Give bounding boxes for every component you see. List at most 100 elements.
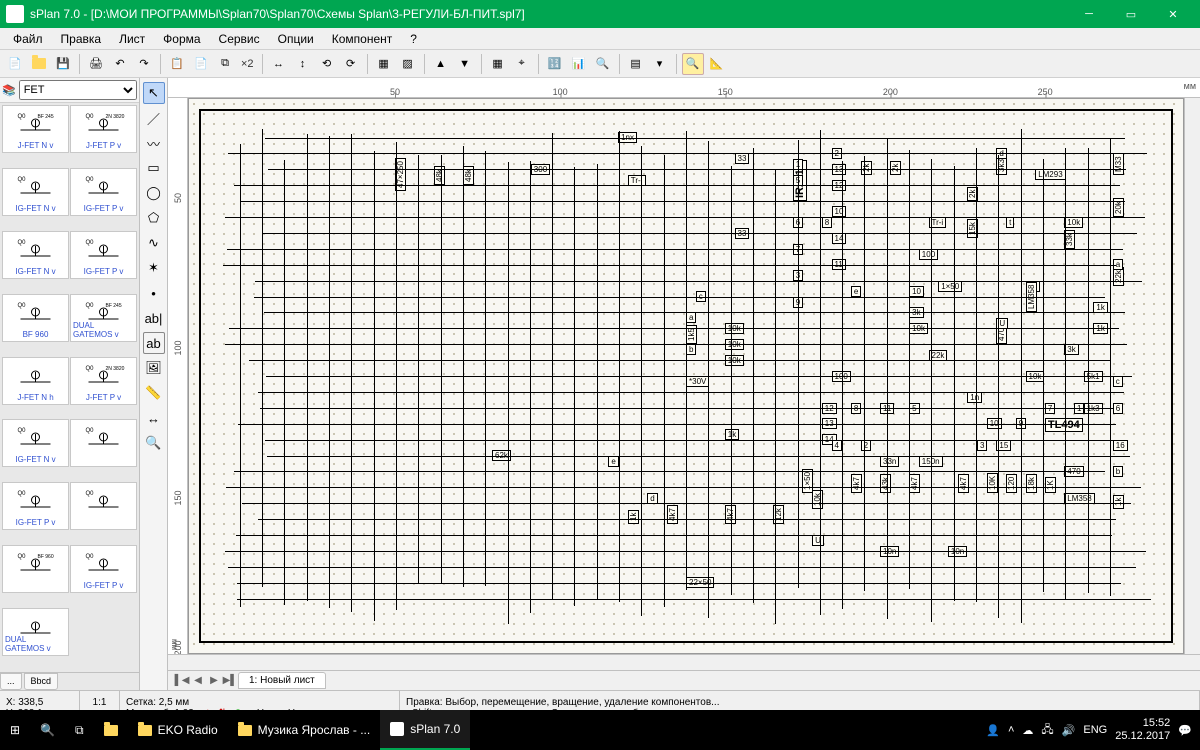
schematic-label[interactable]: 2 (861, 440, 871, 451)
library-component[interactable]: DUAL GATEMOS v (2, 608, 69, 656)
page-prev[interactable]: ◀ (190, 673, 206, 689)
measure-tool[interactable]: 📏 (143, 382, 165, 404)
schematic-label[interactable]: 10k (812, 490, 823, 509)
schematic-label[interactable]: 4k7 (667, 505, 678, 524)
schematic-label[interactable]: e (608, 456, 618, 467)
open-button[interactable] (28, 53, 50, 75)
schematic-label[interactable]: 100 (919, 249, 938, 260)
text-tool[interactable]: ab| (143, 307, 165, 329)
measure-button[interactable]: 📐 (706, 53, 728, 75)
schematic-label[interactable]: 4k7 (909, 474, 920, 493)
taskbar-app[interactable]: Музика Ярослав - ... (228, 710, 381, 750)
schematic-label[interactable]: 120 (1006, 473, 1017, 492)
start-button[interactable]: ⊞ (0, 710, 30, 750)
schematic-label[interactable]: b (686, 344, 696, 355)
schematic-label[interactable]: 10 (832, 206, 847, 217)
library-component[interactable]: Q0IG-FET P v (70, 545, 137, 593)
curve-tool[interactable]: ∿ (143, 232, 165, 254)
page-last[interactable]: ▶▌ (222, 673, 238, 689)
rotate-l-button[interactable]: ⟲ (316, 53, 338, 75)
schematic-label[interactable]: Tr-i (628, 175, 646, 186)
schematic-label[interactable]: LM358 (1064, 493, 1094, 504)
schematic-label[interactable]: c (1113, 376, 1123, 387)
snap-button[interactable]: ⌖ (511, 53, 533, 75)
menu-service[interactable]: Сервис (210, 29, 269, 49)
library-component[interactable]: Q0BF 245DUAL GATEMOS v (70, 294, 137, 342)
page-next[interactable]: ▶ (206, 673, 222, 689)
schematic-label[interactable]: 4k7 (958, 474, 969, 493)
library-component[interactable]: Q0IG-FET P v (2, 482, 69, 530)
tray-notifications-icon[interactable]: 💬 (1178, 724, 1192, 737)
duplicate-button[interactable]: ⧉ (214, 53, 236, 75)
schematic-label[interactable]: LM293 (1035, 169, 1065, 180)
tray-network-icon[interactable]: 🖧 (1041, 721, 1053, 740)
textbox-tool[interactable]: ab (143, 332, 165, 354)
library-component[interactable]: Q0 (70, 482, 137, 530)
schematic-label[interactable]: a (686, 312, 696, 323)
menu-file[interactable]: Файл (4, 29, 52, 49)
tray-up-icon[interactable]: ˄ (1008, 724, 1014, 736)
schematic-label[interactable]: 10 (909, 286, 924, 297)
taskbar-app[interactable]: sPlan 7.0 (380, 710, 470, 750)
renumber-button[interactable]: 🔢 (544, 53, 566, 75)
schematic-label[interactable]: 18k (1026, 474, 1037, 493)
scrollbar-vertical[interactable] (1184, 98, 1200, 654)
menu-component[interactable]: Компонент (323, 29, 402, 49)
library-component[interactable]: Q02N 3820J-FET P v (70, 357, 137, 405)
flip-h-button[interactable]: ↔ (268, 53, 290, 75)
special-tool[interactable]: ✶ (143, 257, 165, 279)
tray-people-icon[interactable]: 👤 (986, 724, 1000, 737)
schematic-label[interactable]: 2k (890, 160, 901, 174)
paste-button[interactable]: 📄 (190, 53, 212, 75)
minimize-button[interactable]: ─ (1068, 0, 1110, 28)
library-component[interactable]: Q0BF 245J-FET N v (2, 105, 69, 153)
schematic-label[interactable]: 1k (1093, 302, 1107, 313)
schematic-label[interactable]: 3 (977, 440, 987, 451)
layer-toggle-button[interactable]: ▾ (649, 53, 671, 75)
zoom-tool[interactable]: 🔍 (143, 432, 165, 454)
wire-tool[interactable]: 〰 (143, 132, 165, 154)
schematic-drawing[interactable]: 47×25048k48k3001nxTr-i3333IR211012513612… (199, 109, 1173, 643)
canvas[interactable]: 47×25048k48k3001nxTr-i3333IR211012513612… (188, 98, 1184, 654)
library-tab[interactable]: ... (0, 673, 22, 690)
layers-button[interactable]: ▤ (625, 53, 647, 75)
grid-button[interactable]: ▦ (487, 53, 509, 75)
group-button[interactable]: ▦ (373, 53, 395, 75)
schematic-label[interactable]: 10k (1064, 217, 1083, 228)
bom-button[interactable]: 📊 (568, 53, 590, 75)
scrollbar-horizontal[interactable] (168, 655, 1200, 670)
library-component[interactable]: Q0 (70, 419, 137, 467)
schematic-label[interactable]: 10K (987, 472, 998, 492)
back-button[interactable]: ▼ (454, 53, 476, 75)
schematic-label[interactable]: d (647, 493, 657, 504)
maximize-button[interactable]: ▭ (1110, 0, 1152, 28)
library-component[interactable]: Q02N 3820J-FET P v (70, 105, 137, 153)
library-component[interactable]: Q0BF 960 (2, 294, 69, 342)
rotate-r-button[interactable]: ⟳ (340, 53, 362, 75)
page-first[interactable]: ▌◀ (174, 673, 190, 689)
schematic-label[interactable]: 1K (1045, 477, 1056, 493)
menu-edit[interactable]: Правка (52, 29, 111, 49)
schematic-label[interactable]: 33n (880, 456, 899, 467)
schematic-label[interactable]: M33 (1113, 153, 1124, 175)
schematic-label[interactable]: e (851, 286, 861, 297)
schematic-label[interactable]: 6 (1113, 403, 1123, 414)
library-component[interactable]: Q0IG-FET N v (2, 231, 69, 279)
pointer-tool[interactable]: ↖ (143, 82, 165, 104)
page-tab[interactable]: 1: Новый лист (238, 672, 326, 689)
zoom-tool-button[interactable]: 🔍 (682, 53, 704, 75)
library-tab[interactable]: Bbcd (24, 673, 59, 690)
schematic-label[interactable]: 4k7 (851, 474, 862, 493)
library-component[interactable]: Q0IG-FET P v (70, 231, 137, 279)
tray-clock[interactable]: 15:52 25.12.2017 (1115, 717, 1170, 743)
save-button[interactable]: 💾 (52, 53, 74, 75)
ungroup-button[interactable]: ▨ (397, 53, 419, 75)
schematic-label[interactable]: 14 (832, 233, 847, 244)
schematic-label[interactable]: 3k (1064, 344, 1078, 355)
menu-form[interactable]: Форма (154, 29, 209, 49)
front-button[interactable]: ▲ (430, 53, 452, 75)
flip-v-button[interactable]: ↕ (292, 53, 314, 75)
schematic-label[interactable]: b (1113, 466, 1123, 477)
schematic-label[interactable]: t (1006, 217, 1014, 228)
menu-sheet[interactable]: Лист (110, 29, 154, 49)
